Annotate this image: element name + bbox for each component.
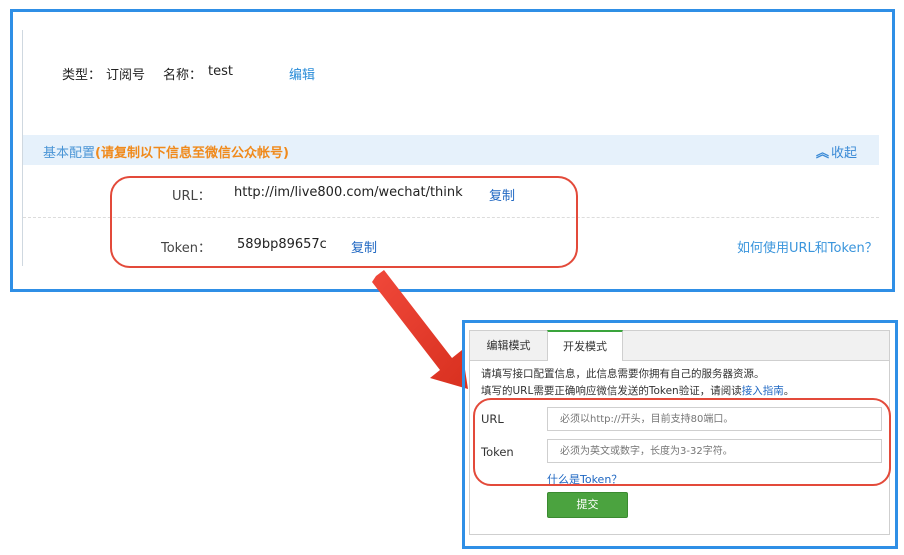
highlight-oval-bottom [473,398,891,486]
token-help-link[interactable]: 如何使用URL和Token？ [737,237,878,256]
tab-dev-mode[interactable]: 开发模式 [547,330,623,361]
basic-config-title-text: 基本配置 [43,146,96,161]
basic-config-hint: (请复制以下信息至微信公众帐号) [95,146,289,161]
account-type-label: 类型： [62,68,102,83]
submit-button[interactable]: 提交 [547,492,628,518]
collapse-button[interactable]: ︽ 收起 [816,142,857,161]
account-type-value: 订阅号 [106,68,146,83]
config-info-text: 请填写接口配置信息，此信息需要你拥有自己的服务器资源。 [481,368,765,380]
info-suffix: 。 [783,385,795,397]
edit-link[interactable]: 编辑 [289,64,315,83]
info-prefix: 填写的URL需要正确响应微信发送的Token验证，请阅读 [481,385,742,397]
account-name-value: test [208,64,233,79]
basic-config-title: 基本配置(请复制以下信息至微信公众帐号) [43,142,289,161]
tab-edit-mode[interactable]: 编辑模式 [470,331,547,360]
account-name-label: 名称： [163,68,203,83]
highlight-oval-top [110,176,578,268]
double-chevron-up-icon: ︽ [816,146,830,161]
access-guide-link[interactable]: 接入指南 [742,385,784,397]
config-info-text-2: 填写的URL需要正确响应微信发送的Token验证，请阅读接入指南。 [481,383,794,398]
collapse-label: 收起 [831,146,858,161]
